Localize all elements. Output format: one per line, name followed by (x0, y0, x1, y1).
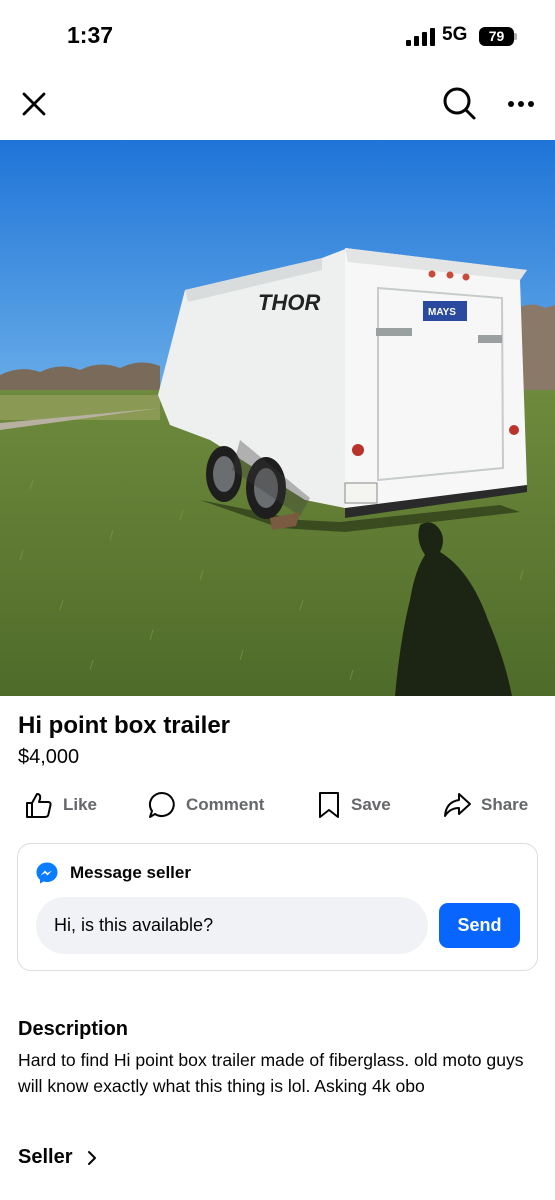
share-icon (444, 793, 471, 817)
network-type: 5G (442, 24, 468, 45)
status-time: 1:37 (67, 22, 114, 48)
comment-button[interactable]: Comment (147, 783, 264, 827)
chevron-right-icon (88, 1150, 97, 1165)
trailer-photo-image: THOR MAYS (0, 140, 555, 696)
description-body: Hard to find Hi point box trailer made o… (18, 1050, 524, 1096)
share-button[interactable]: Share (442, 783, 528, 827)
seller-section-link[interactable]: Seller (18, 1146, 98, 1169)
more-icon (508, 101, 534, 107)
top-nav (0, 72, 555, 140)
like-label: Like (63, 795, 98, 814)
search-icon (443, 87, 476, 120)
svg-text:THOR: THOR (258, 290, 320, 315)
listing-price: $4,000 (18, 746, 80, 768)
close-icon (22, 92, 46, 116)
close-button[interactable] (14, 84, 54, 124)
search-button[interactable] (438, 82, 480, 124)
comment-label: Comment (186, 795, 265, 814)
message-seller-header: Message seller (35, 861, 191, 885)
battery-cap (514, 33, 517, 40)
description-title: Description (18, 1018, 129, 1040)
action-row: Like Comment Save Share (0, 783, 555, 827)
listing-title: Hi point box trailer (18, 712, 231, 739)
message-seller-label: Message seller (70, 863, 191, 882)
battery-level: 79 (479, 27, 514, 46)
more-button[interactable] (500, 84, 542, 124)
signal-icon (406, 28, 435, 46)
status-bar: 1:37 5G 79 (0, 0, 555, 72)
bookmark-icon (319, 792, 339, 818)
comment-icon (148, 791, 175, 818)
send-button[interactable]: Send (439, 903, 520, 948)
seller-title: Seller (18, 1146, 73, 1168)
share-label: Share (481, 795, 529, 814)
save-label: Save (351, 795, 391, 814)
svg-text:MAYS: MAYS (428, 307, 456, 318)
save-button[interactable]: Save (316, 783, 391, 827)
message-seller-card: Message seller Send (17, 843, 538, 971)
thumbs-up-icon (26, 793, 52, 818)
messenger-icon (36, 862, 58, 884)
like-button[interactable]: Like (24, 783, 97, 827)
message-input[interactable] (36, 897, 428, 954)
listing-photo[interactable]: THOR MAYS (0, 140, 555, 696)
